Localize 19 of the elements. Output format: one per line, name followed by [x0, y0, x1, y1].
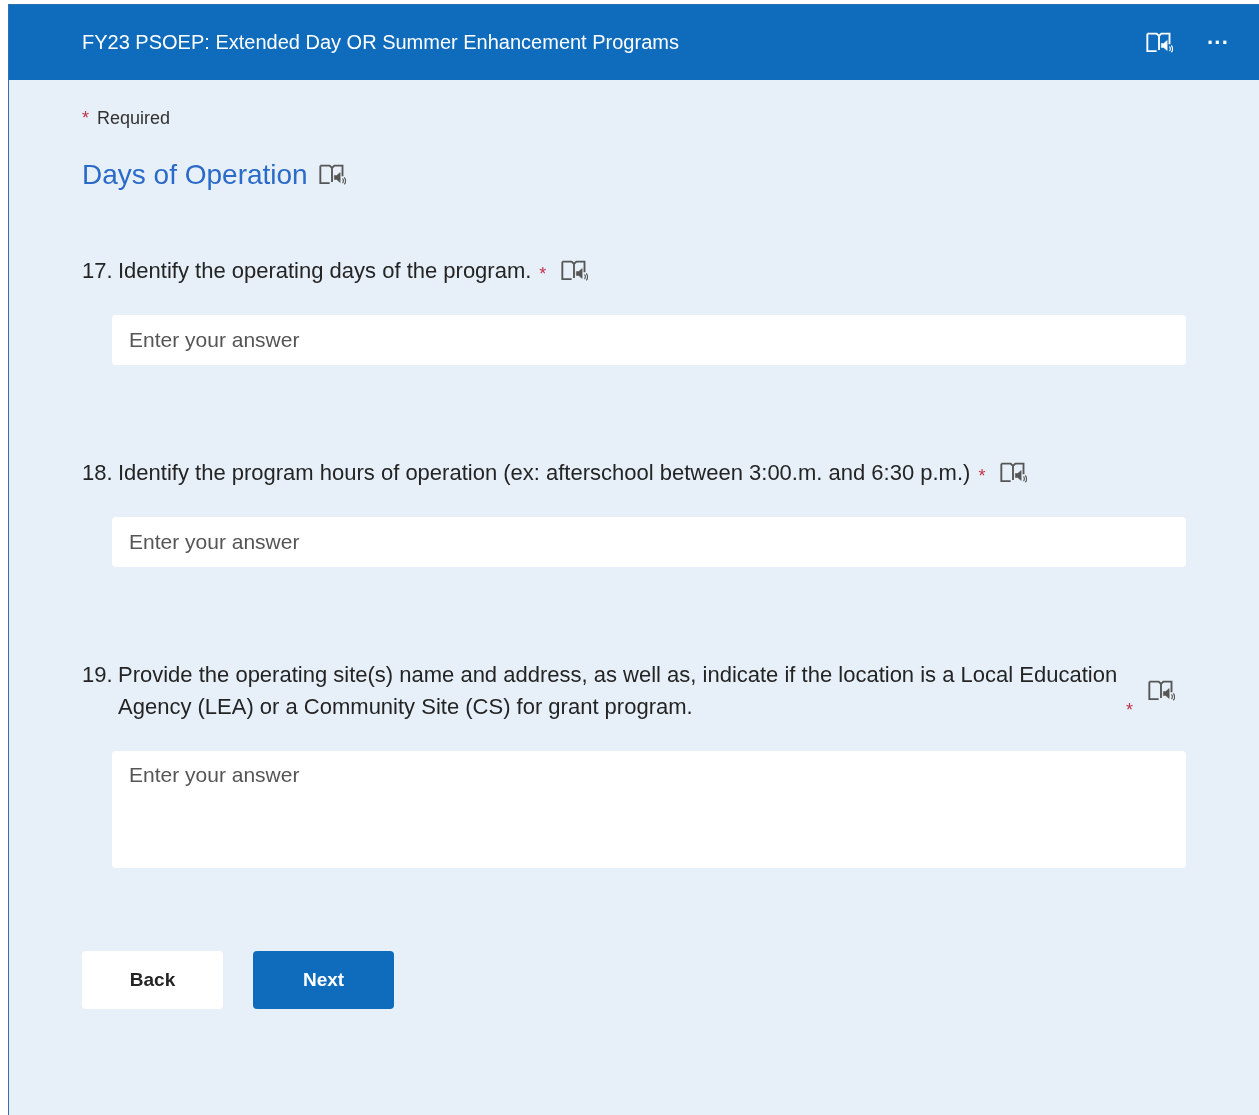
back-button[interactable]: Back	[82, 951, 223, 1009]
form-title: FY23 PSOEP: Extended Day OR Summer Enhancement Programs	[82, 31, 680, 54]
next-button[interactable]: Next	[253, 951, 394, 1009]
required-asterisk: *	[539, 263, 547, 286]
question-text: Identify the operating days of the program.	[118, 257, 532, 285]
question-text: Provide the operating site(s) name and address, as well as, indicate if the location is a Local Education Agency (LEA) or a Community Site (CS) for grant program.	[118, 661, 1118, 721]
answer-field[interactable]: Enter your answer	[112, 315, 1186, 365]
answer-field[interactable]: Enter your answer	[112, 517, 1186, 567]
question-number: 19.	[82, 661, 114, 689]
required-label: Required	[97, 108, 171, 129]
required-asterisk: *	[1126, 699, 1133, 722]
question-text: Identify the program hours of operation (ex: afterschool between 3:00.m. and 6:30 p.m.)	[118, 459, 971, 487]
more-button[interactable]: ···	[1203, 29, 1233, 56]
answer-field[interactable]: Enter your answer	[112, 751, 1186, 868]
question-number: 18.	[82, 459, 114, 487]
required-asterisk: *	[82, 108, 89, 129]
section-title: Days of Operation	[82, 159, 308, 191]
required-asterisk: *	[978, 465, 986, 488]
question-number: 17.	[82, 257, 114, 285]
